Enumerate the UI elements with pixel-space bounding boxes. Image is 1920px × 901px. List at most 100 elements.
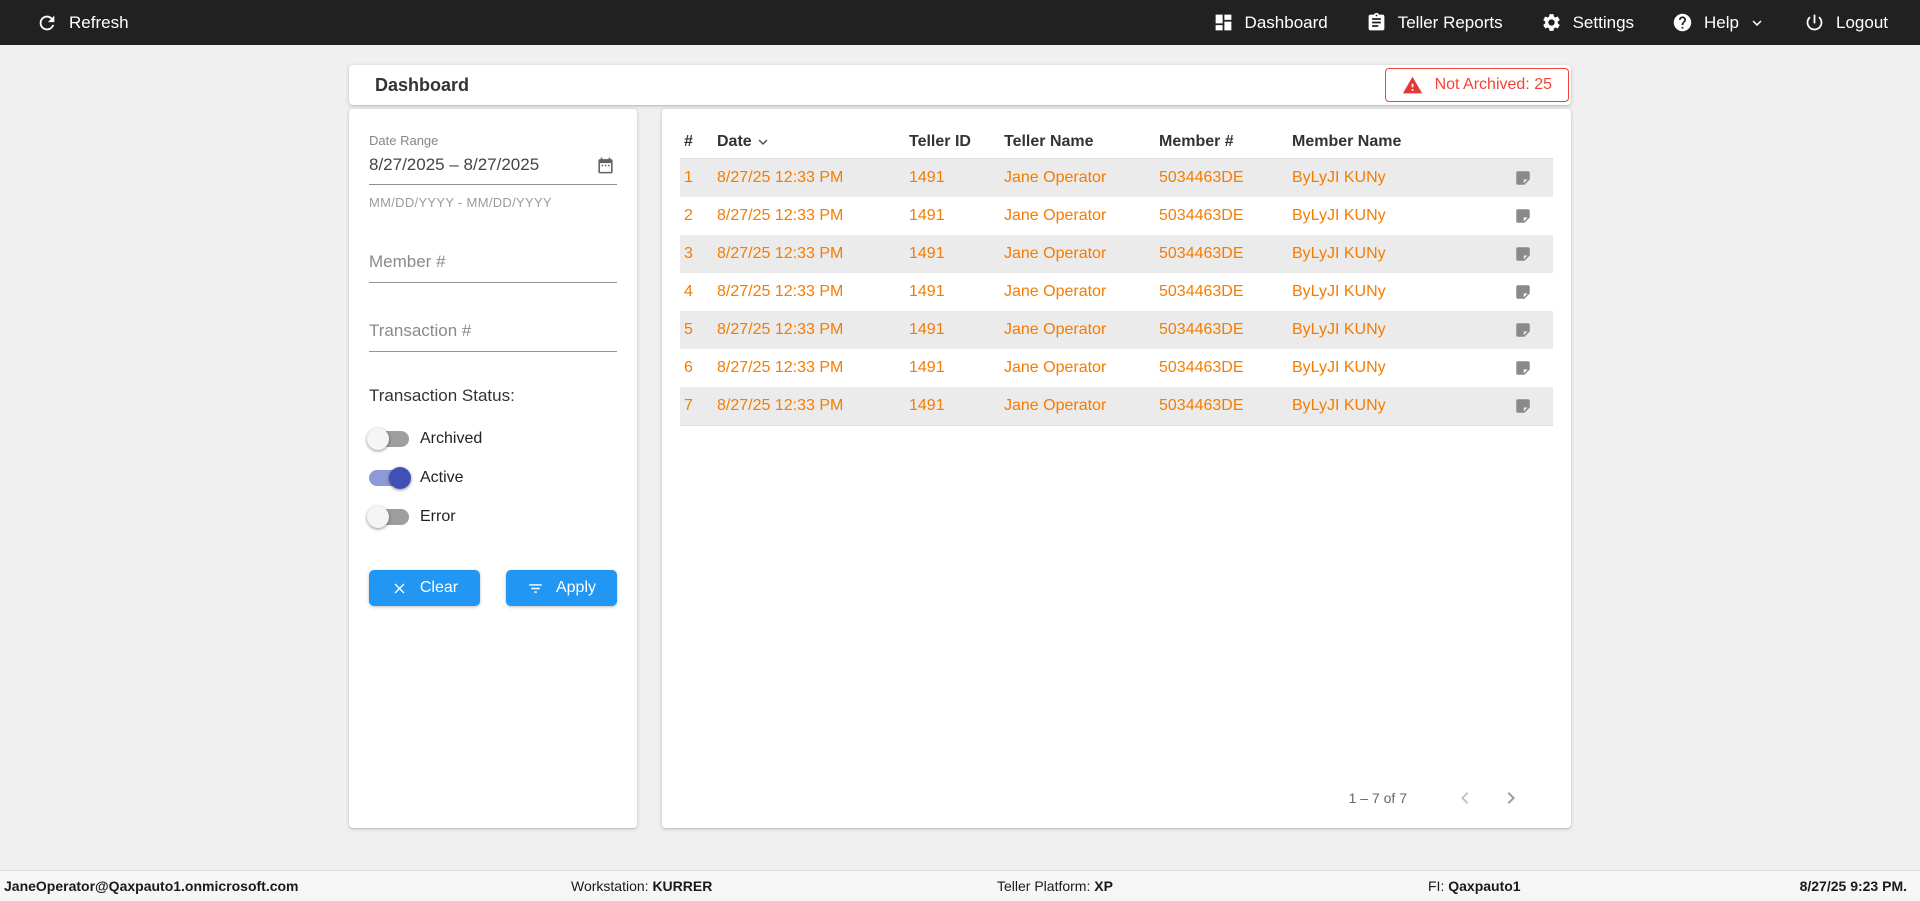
note-icon[interactable] xyxy=(1514,397,1532,415)
status-bar: JaneOperator@Qaxpauto1.onmicrosoft.com W… xyxy=(0,870,1920,901)
row-date: 8/27/25 12:33 PM xyxy=(713,207,905,225)
row-member-name: ByLyJI KUNy xyxy=(1288,245,1493,263)
note-icon[interactable] xyxy=(1514,283,1532,301)
pagination-range: 1 – 7 of 7 xyxy=(1349,790,1407,806)
note-icon[interactable] xyxy=(1514,359,1532,377)
help-icon xyxy=(1672,12,1693,33)
toggle-error-switch[interactable] xyxy=(369,509,409,525)
gear-icon xyxy=(1541,12,1562,33)
row-member-name: ByLyJI KUNy xyxy=(1288,169,1493,187)
row-date: 8/27/25 12:33 PM xyxy=(713,169,905,187)
table-header: # Date Teller ID Teller Name Member # Me… xyxy=(680,125,1553,159)
status-datetime: 8/27/25 9:23 PM. xyxy=(1800,878,1907,894)
nav-settings[interactable]: Settings xyxy=(1541,12,1634,33)
col-teller-name: Teller Name xyxy=(1000,133,1155,151)
row-member-name: ByLyJI KUNy xyxy=(1288,207,1493,225)
table-row[interactable]: 3 8/27/25 12:33 PM 1491 Jane Operator 50… xyxy=(680,235,1553,273)
row-date: 8/27/25 12:33 PM xyxy=(713,397,905,415)
note-icon[interactable] xyxy=(1514,207,1532,225)
row-num: 5 xyxy=(680,321,713,339)
row-member-name: ByLyJI KUNy xyxy=(1288,397,1493,415)
refresh-button[interactable]: Refresh xyxy=(36,12,129,34)
teller-platform-label: Teller Platform: xyxy=(997,878,1094,894)
refresh-label: Refresh xyxy=(69,13,129,33)
clear-button-label: Clear xyxy=(420,579,458,597)
row-member-num: 5034463DE xyxy=(1155,283,1288,301)
toggle-active-label: Active xyxy=(420,469,464,487)
row-actions xyxy=(1493,169,1553,187)
date-range-input[interactable]: 8/27/2025 – 8/27/2025 xyxy=(369,148,617,185)
row-member-name: ByLyJI KUNy xyxy=(1288,283,1493,301)
row-num: 2 xyxy=(680,207,713,225)
row-num: 1 xyxy=(680,169,713,187)
nav-logout-label: Logout xyxy=(1836,13,1888,33)
pagination: 1 – 7 of 7 xyxy=(1349,786,1523,810)
note-icon[interactable] xyxy=(1514,169,1532,187)
note-icon[interactable] xyxy=(1514,321,1532,339)
row-teller-id: 1491 xyxy=(905,397,1000,415)
close-icon xyxy=(391,580,408,597)
power-icon xyxy=(1804,12,1825,33)
member-number-input[interactable] xyxy=(369,246,617,283)
filter-panel: Date Range 8/27/2025 – 8/27/2025 MM/DD/Y… xyxy=(349,109,637,828)
row-member-num: 5034463DE xyxy=(1155,169,1288,187)
table-row[interactable]: 6 8/27/25 12:33 PM 1491 Jane Operator 50… xyxy=(680,349,1553,387)
row-teller-name: Jane Operator xyxy=(1000,283,1155,301)
toggle-active-switch[interactable] xyxy=(369,470,409,486)
clear-button[interactable]: Clear xyxy=(369,570,480,606)
row-teller-id: 1491 xyxy=(905,245,1000,263)
table-row[interactable]: 7 8/27/25 12:33 PM 1491 Jane Operator 50… xyxy=(680,387,1553,425)
nav-settings-label: Settings xyxy=(1573,13,1634,33)
row-member-num: 5034463DE xyxy=(1155,397,1288,415)
col-date[interactable]: Date xyxy=(713,133,905,151)
row-actions xyxy=(1493,207,1553,225)
apply-button[interactable]: Apply xyxy=(506,570,617,606)
row-member-num: 5034463DE xyxy=(1155,245,1288,263)
transaction-number-input[interactable] xyxy=(369,315,617,352)
nav-help[interactable]: Help xyxy=(1672,12,1766,33)
filter-buttons: Clear Apply xyxy=(369,570,617,606)
toggle-active[interactable]: Active xyxy=(369,469,617,487)
toggle-archived[interactable]: Archived xyxy=(369,430,617,448)
row-teller-id: 1491 xyxy=(905,321,1000,339)
date-range-value: 8/27/2025 – 8/27/2025 xyxy=(369,155,539,175)
col-member-num: Member # xyxy=(1155,133,1288,151)
row-actions xyxy=(1493,283,1553,301)
refresh-icon xyxy=(36,12,58,34)
toggle-archived-label: Archived xyxy=(420,430,482,448)
nav-teller-reports[interactable]: Teller Reports xyxy=(1366,12,1503,33)
row-teller-name: Jane Operator xyxy=(1000,397,1155,415)
col-teller-id: Teller ID xyxy=(905,133,1000,151)
row-actions xyxy=(1493,359,1553,377)
prev-page-icon[interactable] xyxy=(1453,786,1477,810)
fi-value: Qaxpauto1 xyxy=(1448,878,1520,894)
row-member-num: 5034463DE xyxy=(1155,359,1288,377)
row-member-num: 5034463DE xyxy=(1155,321,1288,339)
results-panel: # Date Teller ID Teller Name Member # Me… xyxy=(662,109,1571,828)
table-row[interactable]: 1 8/27/25 12:33 PM 1491 Jane Operator 50… xyxy=(680,159,1553,197)
nav-dashboard[interactable]: Dashboard xyxy=(1213,12,1328,33)
date-range-label: Date Range xyxy=(369,133,617,148)
row-teller-id: 1491 xyxy=(905,169,1000,187)
nav-logout[interactable]: Logout xyxy=(1804,12,1888,33)
row-actions xyxy=(1493,397,1553,415)
next-page-icon[interactable] xyxy=(1499,786,1523,810)
toggle-archived-switch[interactable] xyxy=(369,431,409,447)
table-row[interactable]: 2 8/27/25 12:33 PM 1491 Jane Operator 50… xyxy=(680,197,1553,235)
toggle-error[interactable]: Error xyxy=(369,508,617,526)
row-teller-id: 1491 xyxy=(905,359,1000,377)
note-icon[interactable] xyxy=(1514,245,1532,263)
table-row[interactable]: 4 8/27/25 12:33 PM 1491 Jane Operator 50… xyxy=(680,273,1553,311)
fi-label: FI: xyxy=(1428,878,1448,894)
main-area: Dashboard Not Archived: 25 Date Range 8/… xyxy=(0,45,1920,870)
toggle-error-label: Error xyxy=(420,508,456,526)
workstation-info: Workstation: KURRER xyxy=(571,878,712,894)
page-header-card: Dashboard Not Archived: 25 xyxy=(349,65,1571,105)
topbar: Refresh Dashboard Teller Reports Setting… xyxy=(0,0,1920,45)
calendar-icon[interactable] xyxy=(596,156,615,175)
page-title: Dashboard xyxy=(375,75,469,96)
not-archived-badge[interactable]: Not Archived: 25 xyxy=(1385,68,1569,102)
row-actions xyxy=(1493,321,1553,339)
nav-help-label: Help xyxy=(1704,13,1739,33)
table-row[interactable]: 5 8/27/25 12:33 PM 1491 Jane Operator 50… xyxy=(680,311,1553,349)
